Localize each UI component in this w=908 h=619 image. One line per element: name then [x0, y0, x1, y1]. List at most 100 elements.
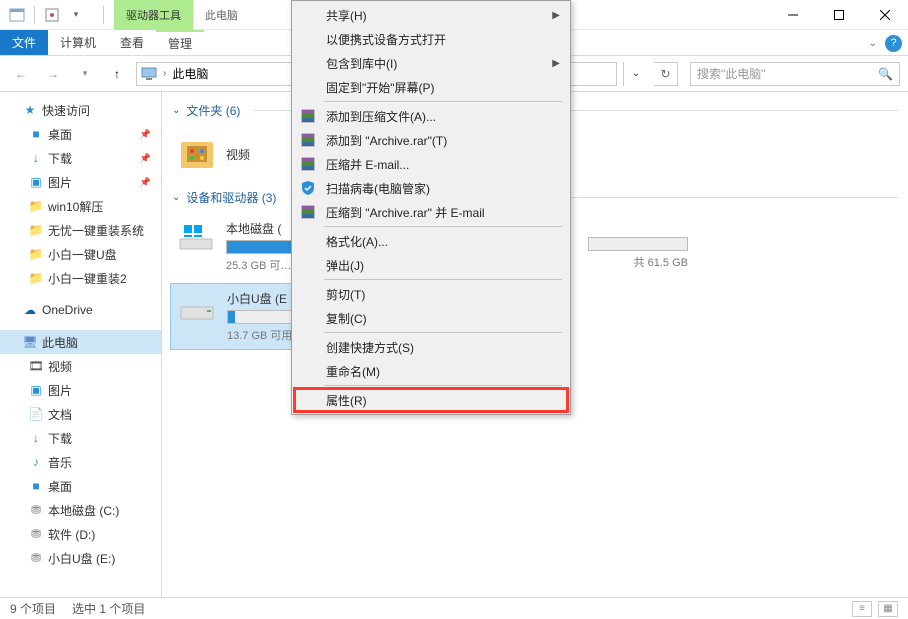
sidebar-item[interactable]: ⛃软件 (D:) — [0, 522, 161, 546]
sidebar-item[interactable]: ♪音乐 — [0, 450, 161, 474]
refresh-button[interactable]: ↻ — [654, 62, 678, 86]
item-icon: ↓ — [28, 430, 44, 446]
sidebar-item[interactable]: 📄文档 — [0, 402, 161, 426]
menu-separator — [324, 101, 562, 102]
sidebar-item[interactable]: 📁小白一键重装2 — [0, 266, 161, 290]
menu-separator — [324, 385, 562, 386]
qat-properties-icon[interactable] — [41, 4, 63, 26]
item-icon: ⛃ — [28, 502, 44, 518]
sidebar-item-label: win10解压 — [48, 198, 103, 215]
help-icon[interactable]: ? — [885, 35, 902, 52]
sidebar-item[interactable]: ⛃本地磁盘 (C:) — [0, 498, 161, 522]
sidebar-item[interactable]: 📁无忧一键重装系统 — [0, 218, 161, 242]
folder-icon — [176, 133, 218, 175]
item-icon: ♪ — [28, 454, 44, 470]
context-menu-item[interactable]: 格式化(A)... — [294, 229, 568, 253]
context-menu-item[interactable]: 创建快捷方式(S) — [294, 335, 568, 359]
tab-view[interactable]: 查看 — [108, 30, 156, 55]
context-menu-item[interactable]: 剪切(T) — [294, 282, 568, 306]
tab-file[interactable]: 文件 — [0, 30, 48, 55]
item-icon: 📁 — [28, 198, 44, 214]
sidebar-item[interactable]: ■桌面📌 — [0, 122, 161, 146]
context-menu-item[interactable]: 添加到 "Archive.rar"(T) — [294, 128, 568, 152]
star-icon: ★ — [22, 102, 38, 118]
sidebar-item[interactable]: ▣图片📌 — [0, 170, 161, 194]
sidebar-quick-access[interactable]: ★ 快速访问 — [0, 98, 161, 122]
sidebar-item-label: 视频 — [48, 358, 72, 375]
menu-item-icon — [298, 231, 318, 251]
context-menu-item[interactable]: 弹出(J) — [294, 253, 568, 277]
sidebar-item-label: 小白一键U盘 — [48, 246, 117, 263]
sidebar-item-label: 桌面 — [48, 126, 72, 143]
expand-ribbon-icon[interactable]: ⌄ — [869, 38, 877, 49]
sidebar-item[interactable]: 📁win10解压 — [0, 194, 161, 218]
menu-item-label: 属性(R) — [326, 392, 367, 409]
sidebar-item[interactable]: ■桌面 — [0, 474, 161, 498]
context-menu-item[interactable]: 属性(R) — [294, 388, 568, 412]
menu-item-icon — [298, 361, 318, 381]
window-icon[interactable] — [6, 4, 28, 26]
context-menu-item[interactable]: 压缩并 E-mail... — [294, 152, 568, 176]
expand-icon[interactable] — [8, 105, 18, 115]
minimize-button[interactable] — [770, 0, 816, 30]
maximize-button[interactable] — [816, 0, 862, 30]
menu-separator — [324, 226, 562, 227]
context-menu-item[interactable]: 重命名(M) — [294, 359, 568, 383]
sidebar-item[interactable]: 📁小白一键U盘 — [0, 242, 161, 266]
breadcrumb-this-pc[interactable]: 此电脑 — [172, 65, 208, 82]
context-menu-item[interactable]: 扫描病毒(电脑管家) — [294, 176, 568, 200]
status-bar: 9 个项目 选中 1 个项目 ≡ ▦ — [0, 597, 908, 619]
context-menu[interactable]: 共享(H)▶ 以便携式设备方式打开包含到库中(I)▶固定到"开始"屏幕(P) 添加到… — [291, 0, 571, 415]
sidebar-item[interactable]: ↓下载 — [0, 426, 161, 450]
expand-icon[interactable] — [8, 305, 18, 315]
context-menu-item[interactable]: 共享(H)▶ — [294, 3, 568, 27]
sidebar-this-pc[interactable]: 🖥 此电脑 — [0, 330, 161, 354]
sidebar-item[interactable]: ⛃小白U盘 (E:) — [0, 546, 161, 570]
view-tiles-button[interactable]: ▦ — [878, 601, 898, 617]
context-menu-item[interactable]: 包含到库中(I)▶ — [294, 51, 568, 75]
sidebar-item[interactable]: ▣图片 — [0, 378, 161, 402]
ribbon-context-tab-tools[interactable]: 驱动器工具 — [114, 0, 193, 30]
back-button[interactable]: ← — [8, 61, 34, 87]
sidebar-item-label: 小白一键重装2 — [48, 270, 127, 287]
breadcrumb-dropdown[interactable]: ⌄ — [623, 62, 648, 86]
folder-tile[interactable]: 视频 — [170, 129, 300, 179]
close-button[interactable] — [862, 0, 908, 30]
menu-item-label: 以便携式设备方式打开 — [326, 31, 446, 48]
menu-item-icon — [298, 106, 318, 126]
item-icon: ■ — [28, 478, 44, 494]
expand-icon[interactable] — [8, 337, 18, 347]
sidebar-item-label: 小白U盘 (E:) — [48, 550, 115, 567]
tab-computer[interactable]: 计算机 — [48, 30, 108, 55]
item-icon: 📁 — [28, 222, 44, 238]
qat-dropdown-icon[interactable]: ▾ — [65, 4, 87, 26]
context-menu-item[interactable]: 添加到压缩文件(A)... — [294, 104, 568, 128]
sidebar-item[interactable]: 🎞视频 — [0, 354, 161, 378]
sidebar-item[interactable]: ↓下载📌 — [0, 146, 161, 170]
menu-item-icon — [298, 53, 318, 73]
search-icon: 🔍 — [878, 67, 893, 81]
search-placeholder: 搜索"此电脑" — [697, 65, 766, 82]
item-icon: ■ — [28, 126, 44, 142]
menu-item-icon — [298, 284, 318, 304]
chevron-right-icon: › — [163, 68, 166, 79]
context-menu-item[interactable]: 以便携式设备方式打开 — [294, 27, 568, 51]
sidebar-onedrive[interactable]: ☁ OneDrive — [0, 298, 161, 322]
context-menu-item[interactable]: 固定到"开始"屏幕(P) — [294, 75, 568, 99]
navigation-pane[interactable]: ★ 快速访问 ■桌面📌↓下载📌▣图片📌📁win10解压📁无忧一键重装系统📁小白一… — [0, 92, 162, 597]
status-item-count: 9 个项目 — [10, 600, 56, 617]
sidebar-item-label: 文档 — [48, 406, 72, 423]
context-menu-item[interactable]: 压缩到 "Archive.rar" 并 E-mail — [294, 200, 568, 224]
view-details-button[interactable]: ≡ — [852, 601, 872, 617]
tab-manage[interactable]: 管理 — [156, 30, 204, 55]
chevron-down-icon: ⌄ — [172, 192, 180, 203]
up-button[interactable]: ↑ — [104, 61, 130, 87]
forward-button[interactable]: → — [40, 61, 66, 87]
search-input[interactable]: 搜索"此电脑" 🔍 — [690, 62, 900, 86]
context-menu-item[interactable]: 复制(C) — [294, 306, 568, 330]
menu-item-label: 压缩并 E-mail... — [326, 156, 409, 173]
recent-dropdown[interactable]: ▾ — [72, 61, 98, 87]
menu-item-label: 压缩到 "Archive.rar" 并 E-mail — [326, 204, 485, 221]
title-this-pc: 此电脑 — [193, 0, 250, 30]
pc-icon: 🖥 — [22, 334, 38, 350]
